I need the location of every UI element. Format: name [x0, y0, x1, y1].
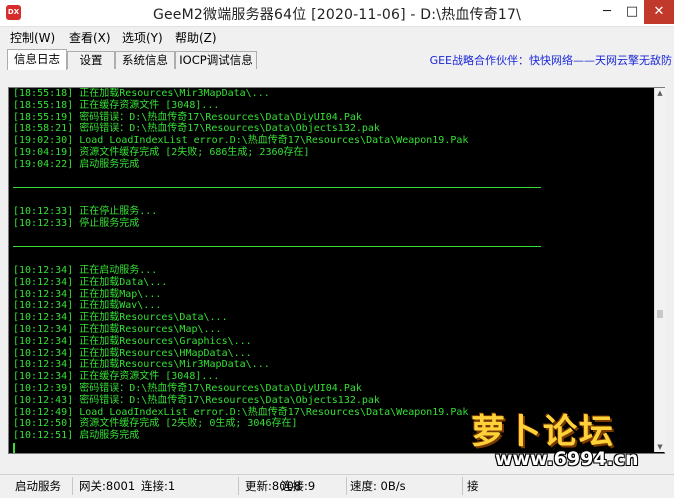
log-line: [10:12:34] 正在加载Resources\Graphics\... [13, 335, 252, 347]
text-cursor [13, 443, 15, 453]
menu-options[interactable]: 选项(Y) [122, 29, 163, 46]
log-line: [18:58:21] 密码错误：D:\热血传奇17\Resources\Data… [13, 123, 380, 135]
log-line: [10:12:39] 密码错误：D:\热血传奇17\Resources\Data… [13, 383, 362, 394]
log-line: [10:12:34] 正在加载Resources\Map\... [13, 324, 222, 335]
gateway-port: 网关:8001 [79, 479, 136, 493]
log-line: [10:12:34] 正在加载Data\... [13, 276, 168, 288]
status-bar: 启动服务 网关:8001 连接:1 更新:8008 连接:9 速度: 0B/s … [0, 474, 674, 498]
log-line: [10:12:34] 正在加载Map\... [13, 288, 162, 300]
log-line: [10:12:43] 密码错误：D:\热血传奇17\Resources\Data… [13, 394, 380, 406]
partner-banner: GEE战略合作伙伴：快快网络——天网云擎无敌防 [429, 54, 672, 67]
tab-iocp-debug[interactable]: IOCP调试信息 [175, 51, 257, 69]
title-bar: DX GeeM2微端服务器64位 [2020-11-06] - D:\热血传奇1… [0, 0, 674, 27]
gateway-connections: 连接:1 [141, 479, 176, 493]
maximize-button[interactable]: □ [619, 0, 645, 24]
transfer-speed: 速度: 0B/s [350, 479, 406, 493]
start-service-button[interactable]: 启动服务 [15, 478, 61, 494]
log-line: [10:12:50] 资源文件缓存完成 [2失败; 0生成; 3046存在] [13, 418, 298, 430]
status-divider [238, 477, 239, 495]
log-separator [13, 246, 541, 248]
status-divider [346, 477, 347, 495]
menu-view[interactable]: 查看(X) [69, 29, 111, 46]
tab-system-info[interactable]: 系统信息 [115, 51, 175, 69]
update-connections: 连接:9 [281, 479, 316, 493]
log-line: [10:12:34] 正在启动服务... [13, 265, 158, 276]
menu-bar: 控制(W) 查看(X) 选项(Y) 帮助(Z) [0, 27, 674, 48]
log-line: [10:12:33] 停止服务完成 [13, 217, 140, 229]
log-line: [10:12:34] 正在加载Resources\Data\... [13, 312, 228, 324]
tab-info-log[interactable]: 信息日志 [7, 49, 67, 70]
scroll-thumb[interactable] [657, 310, 663, 318]
window-title: GeeM2微端服务器64位 [2020-11-06] - D:\热血传奇17\ [152, 7, 522, 23]
log-line: [10:12:34] 正在缓存资源文件 [3048]... [13, 371, 220, 383]
menu-help[interactable]: 帮助(Z) [175, 29, 217, 46]
log-line: [18:55:18] 正在缓存资源文件 [3048]... [13, 99, 220, 111]
tab-settings[interactable]: 设置 [67, 51, 115, 69]
log-line: [18:55:19] 密码错误：D:\热血传奇17\Resources\Data… [13, 111, 362, 123]
log-line: [19:04:19] 资源文件缓存完成 [2失败; 686生成; 2360存在] [13, 147, 310, 158]
log-line: [10:12:34] 正在加载Resources\Mir3MapData\... [13, 359, 270, 371]
log-line: [10:12:34] 正在加载Wav\... [13, 300, 162, 312]
log-line: [10:12:49] Load LoadIndexList error.D:\热… [13, 406, 469, 418]
status-extra: 接 [467, 479, 479, 493]
menu-control[interactable]: 控制(W) [10, 29, 55, 46]
log-line: [18:55:18] 正在加载Resources\Mir3MapData\... [13, 88, 270, 99]
watermark-logo-text: 萝卜论坛 [471, 412, 615, 452]
log-line: [19:02:30] Load LoadIndexList error.D:\热… [13, 135, 469, 147]
log-line: [10:12:51] 启动服务完成 [13, 430, 140, 442]
log-separator [13, 187, 541, 189]
watermark-url: www.6994.cn [495, 448, 639, 470]
log-line: [19:04:22] 启动服务完成 [13, 158, 140, 170]
log-line: [10:12:33] 正在停止服务... [13, 206, 158, 217]
status-divider [72, 477, 73, 495]
log-line: [10:12:34] 正在加载Resources\HMapData\... [13, 347, 252, 359]
tab-bar: 信息日志 设置 系统信息 IOCP调试信息 GEE战略合作伙伴：快快网络——天网… [0, 48, 674, 70]
status-divider [462, 477, 463, 495]
scroll-up-icon[interactable]: ▲ [655, 88, 665, 98]
close-button[interactable]: ✕ [644, 0, 674, 24]
minimize-button[interactable]: ─ [594, 0, 620, 24]
